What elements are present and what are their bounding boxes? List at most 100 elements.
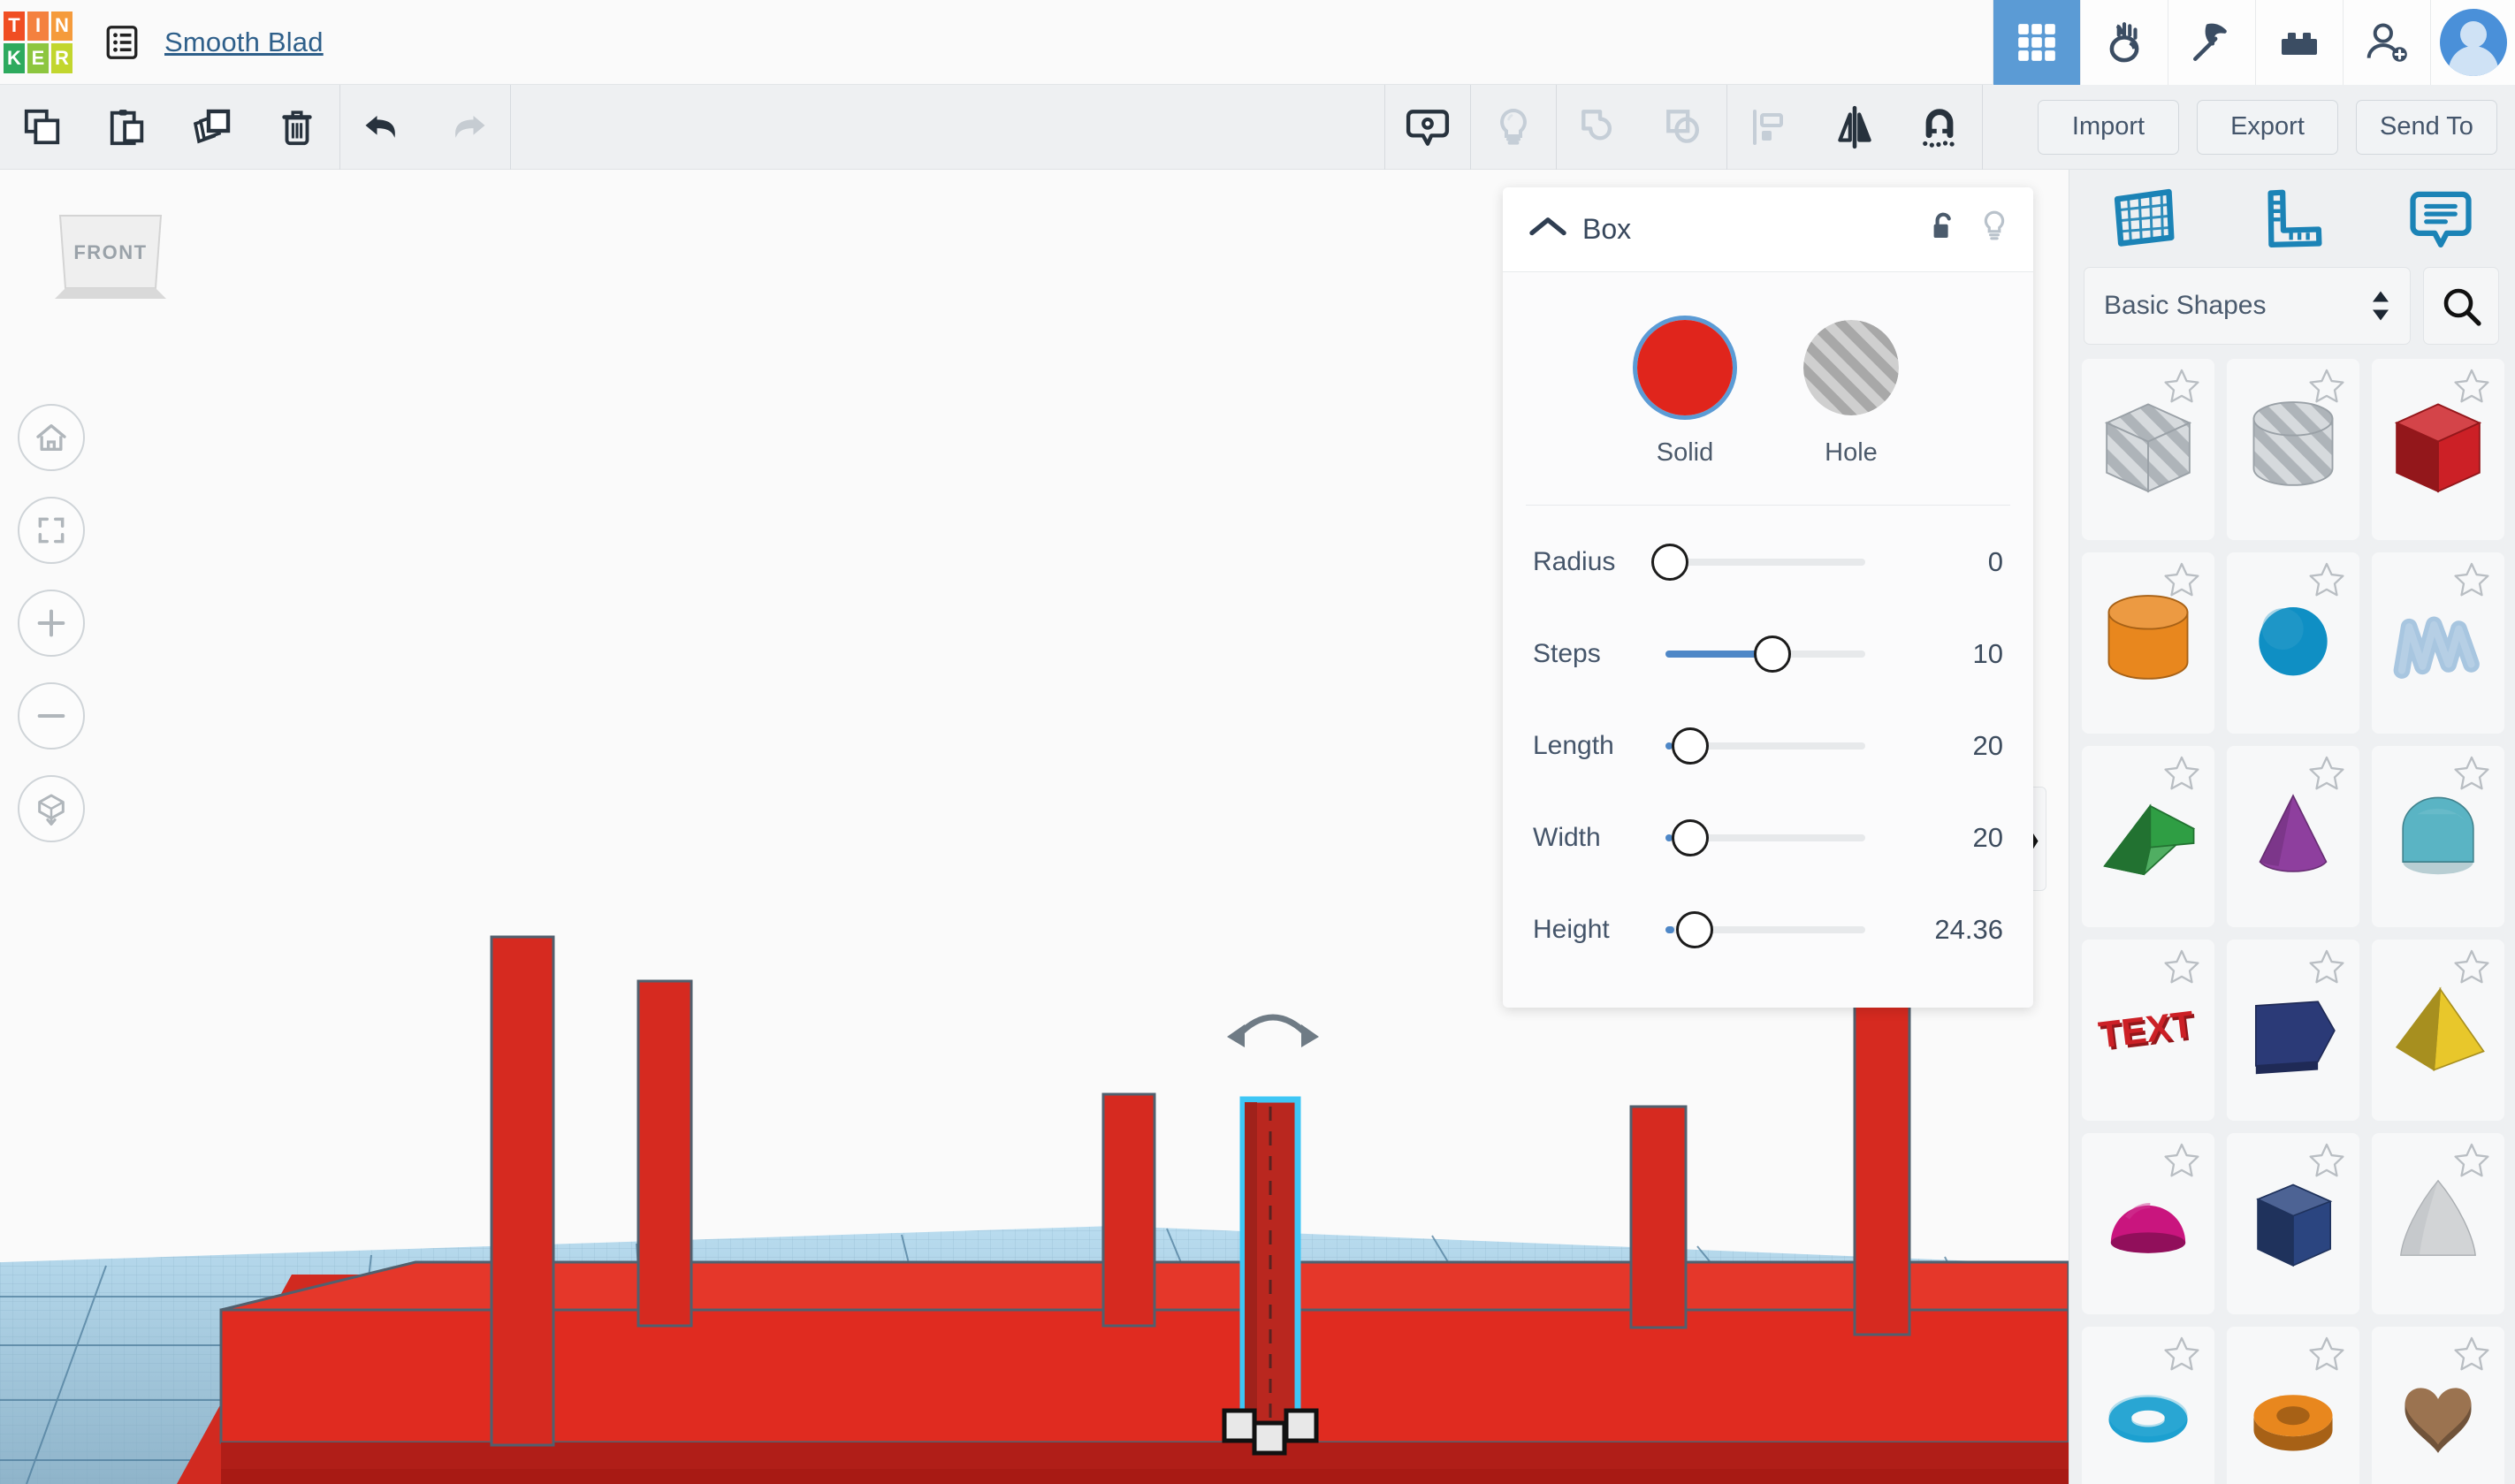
favorite-star-icon[interactable] — [2451, 559, 2492, 605]
tab-notes[interactable] — [2366, 170, 2515, 267]
shape-cylinder[interactable] — [2082, 552, 2214, 734]
hole-swatch[interactable] — [1803, 320, 1899, 415]
favorite-star-icon[interactable] — [2306, 366, 2347, 411]
slider-track-steps[interactable] — [1665, 608, 1888, 700]
slider-track-length[interactable] — [1665, 700, 1888, 792]
shapes-sidebar: Basic Shapes TEXT TEXT — [2069, 170, 2515, 1484]
copy-icon[interactable] — [0, 85, 85, 170]
shape-heart[interactable] — [2372, 1327, 2504, 1484]
shape-box[interactable] — [2372, 359, 2504, 540]
slider-knob-height[interactable] — [1675, 911, 1713, 948]
shape-polygon[interactable] — [2227, 940, 2359, 1121]
logo-letter-e: E — [27, 43, 49, 73]
zoom-in-button[interactable] — [18, 590, 85, 657]
shape-wedge[interactable] — [2082, 746, 2214, 927]
view-cube[interactable]: FRONT — [53, 212, 168, 308]
view-cube-label: FRONT — [73, 241, 147, 263]
apple-hand-icon[interactable] — [2080, 0, 2168, 85]
slider-rail — [1665, 559, 1865, 566]
shape-roof[interactable] — [2372, 746, 2504, 927]
import-button[interactable]: Import — [2038, 99, 2179, 155]
slider-track-radius[interactable] — [1651, 516, 1888, 608]
avatar[interactable] — [2430, 0, 2515, 85]
shape-torus[interactable] — [2082, 1327, 2214, 1484]
tab-ruler[interactable] — [2218, 170, 2366, 267]
zoom-out-button[interactable] — [18, 682, 85, 750]
shape-pyramid[interactable] — [2372, 940, 2504, 1121]
perspective-toggle-button[interactable] — [18, 775, 85, 842]
trash-icon[interactable] — [255, 85, 339, 170]
shape-box-hole[interactable] — [2082, 359, 2214, 540]
favorite-star-icon[interactable] — [2451, 1334, 2492, 1379]
shape-cylinder-hole[interactable] — [2227, 359, 2359, 540]
ungroup-icon[interactable] — [1642, 85, 1726, 170]
mirror-icon[interactable] — [1812, 85, 1897, 170]
favorite-star-icon[interactable] — [2306, 1334, 2347, 1379]
shape-scribble[interactable] — [2372, 552, 2504, 734]
lightbulb-icon[interactable] — [1980, 209, 2008, 250]
favorite-star-icon[interactable] — [2161, 559, 2202, 605]
shape-category-value: Basic Shapes — [2104, 291, 2267, 320]
shape-hexagon-prism[interactable] — [2227, 1133, 2359, 1314]
slider-knob-width[interactable] — [1671, 819, 1709, 856]
export-button[interactable]: Export — [2197, 99, 2338, 155]
lightbulb-icon[interactable] — [1471, 85, 1556, 170]
slider-knob-length[interactable] — [1671, 727, 1709, 765]
home-view-button[interactable] — [18, 404, 85, 471]
solid-option[interactable]: Solid — [1637, 320, 1733, 468]
group-icon[interactable] — [1557, 85, 1642, 170]
favorite-star-icon[interactable] — [2161, 1334, 2202, 1379]
logo-letter-t: T — [4, 11, 25, 41]
chevron-updown-icon — [2371, 290, 2390, 322]
favorite-star-icon[interactable] — [2451, 1140, 2492, 1185]
solid-swatch[interactable] — [1637, 320, 1733, 415]
unlock-icon[interactable] — [1929, 209, 1957, 249]
design-list-icon[interactable] — [104, 23, 140, 62]
fit-to-view-button[interactable] — [18, 497, 85, 564]
tinkercad-logo[interactable]: T I N K E R — [4, 11, 72, 73]
workplane-icon[interactable] — [1385, 85, 1470, 170]
shape-half-sphere[interactable] — [2082, 1133, 2214, 1314]
favorite-star-icon[interactable] — [2161, 1140, 2202, 1185]
logo-letter-n: N — [51, 11, 72, 41]
paste-icon[interactable] — [85, 85, 170, 170]
shape-tube[interactable] — [2227, 1327, 2359, 1484]
invite-person-icon[interactable] — [2343, 0, 2430, 85]
logo-letter-k: K — [4, 43, 25, 73]
favorite-star-icon[interactable] — [2451, 753, 2492, 798]
document-title[interactable]: Smooth Blad — [164, 27, 324, 58]
duplicate-icon[interactable] — [170, 85, 255, 170]
shape-paraboloid[interactable] — [2372, 1133, 2504, 1314]
slider-value-height: 24.36 — [1934, 914, 2003, 945]
favorite-star-icon[interactable] — [2451, 947, 2492, 992]
favorite-star-icon[interactable] — [2161, 366, 2202, 411]
pickaxe-icon[interactable] — [2168, 0, 2255, 85]
shape-sphere[interactable] — [2227, 552, 2359, 734]
slider-knob-radius[interactable] — [1651, 544, 1689, 581]
magnet-snap-icon[interactable] — [1897, 85, 1982, 170]
favorite-star-icon[interactable] — [2306, 1140, 2347, 1185]
slider-knob-steps[interactable] — [1753, 635, 1791, 673]
shape-text[interactable]: TEXT TEXT — [2082, 940, 2214, 1121]
favorite-star-icon[interactable] — [2306, 753, 2347, 798]
favorite-star-icon[interactable] — [2161, 947, 2202, 992]
search-icon[interactable] — [2423, 267, 2499, 345]
tab-workplane[interactable] — [2069, 170, 2218, 267]
slider-track-height[interactable] — [1665, 884, 1888, 976]
redo-icon[interactable] — [425, 85, 510, 170]
lego-brick-icon[interactable] — [2255, 0, 2343, 85]
grid-icon[interactable] — [1993, 0, 2080, 85]
favorite-star-icon[interactable] — [2306, 559, 2347, 605]
favorite-star-icon[interactable] — [2161, 753, 2202, 798]
shape-cone[interactable] — [2227, 746, 2359, 927]
hole-option[interactable]: Hole — [1803, 320, 1899, 468]
send-to-button[interactable]: Send To — [2356, 99, 2497, 155]
slider-track-width[interactable] — [1665, 792, 1888, 884]
align-icon[interactable] — [1727, 85, 1812, 170]
favorite-star-icon[interactable] — [2451, 366, 2492, 411]
shape-category-select[interactable]: Basic Shapes — [2084, 267, 2411, 345]
chevron-up-icon[interactable] — [1528, 215, 1568, 244]
undo-icon[interactable] — [340, 85, 425, 170]
panel-divider — [1526, 505, 2010, 506]
favorite-star-icon[interactable] — [2306, 947, 2347, 992]
